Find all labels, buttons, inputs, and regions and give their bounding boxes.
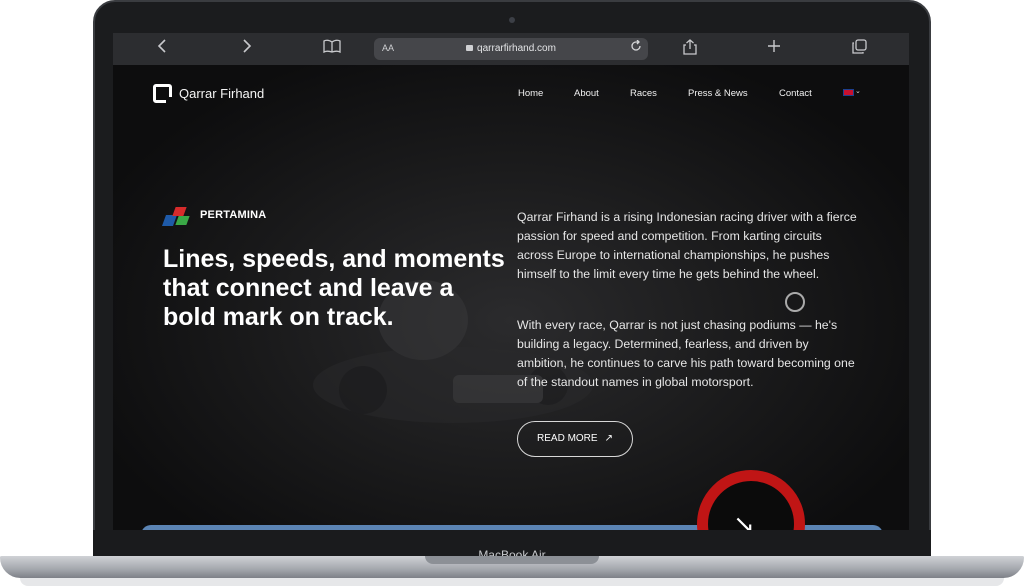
intro-paragraph: Qarrar Firhand is a rising Indonesian ra… xyxy=(517,210,857,281)
logo-icon xyxy=(153,84,173,104)
share-icon[interactable] xyxy=(678,39,702,61)
website-page: Qarrar Firhand Home About Races Press & … xyxy=(113,65,909,530)
chevron-right-icon[interactable] xyxy=(235,39,259,59)
legacy-paragraph: With every race, Qarrar is not just chas… xyxy=(517,318,855,389)
sponsor-logo: PERTAMINA xyxy=(161,203,267,227)
chevron-down-icon[interactable]: ⌄ xyxy=(855,87,861,95)
laptop-mockup: AA qarrarfirhand.com Qarrar Firhand Home… xyxy=(0,0,1024,588)
laptop-notch xyxy=(425,556,599,564)
site-logo[interactable]: Qarrar Firhand xyxy=(153,84,265,104)
pertamina-logo-icon xyxy=(161,203,194,227)
book-icon[interactable] xyxy=(320,39,344,59)
nav-press-news[interactable]: Press & News xyxy=(688,88,748,99)
brand-name: Qarrar Firhand xyxy=(179,86,265,101)
sponsor-name: PERTAMINA xyxy=(200,209,267,221)
uk-flag-icon[interactable] xyxy=(843,89,854,96)
reload-icon[interactable] xyxy=(630,39,642,55)
plus-icon[interactable] xyxy=(762,39,786,59)
arrow-down-right-icon: ↘ xyxy=(733,509,755,530)
browser-toolbar: AA qarrarfirhand.com xyxy=(113,33,909,65)
laptop-shadow xyxy=(20,578,1004,586)
nav-home[interactable]: Home xyxy=(518,88,543,99)
url-text: qarrarfirhand.com xyxy=(477,43,556,54)
nav-contact[interactable]: Contact xyxy=(779,88,812,99)
read-more-button[interactable]: READ MORE ↗ xyxy=(517,421,633,457)
nav-races[interactable]: Races xyxy=(630,88,657,99)
address-bar[interactable]: AA qarrarfirhand.com xyxy=(374,38,648,60)
hero-headline: Lines, speeds, and moments that connect … xyxy=(163,245,505,331)
lock-icon xyxy=(466,45,474,51)
arrow-up-right-icon: ↗ xyxy=(604,433,613,444)
mouse-cursor xyxy=(785,292,805,312)
camera-icon xyxy=(509,17,515,23)
read-more-label: READ MORE xyxy=(537,433,598,444)
screen: AA qarrarfirhand.com Qarrar Firhand Home… xyxy=(113,33,909,530)
nav-about[interactable]: About xyxy=(574,88,599,99)
tabs-icon[interactable] xyxy=(847,39,871,60)
chevron-left-icon[interactable] xyxy=(150,39,174,59)
